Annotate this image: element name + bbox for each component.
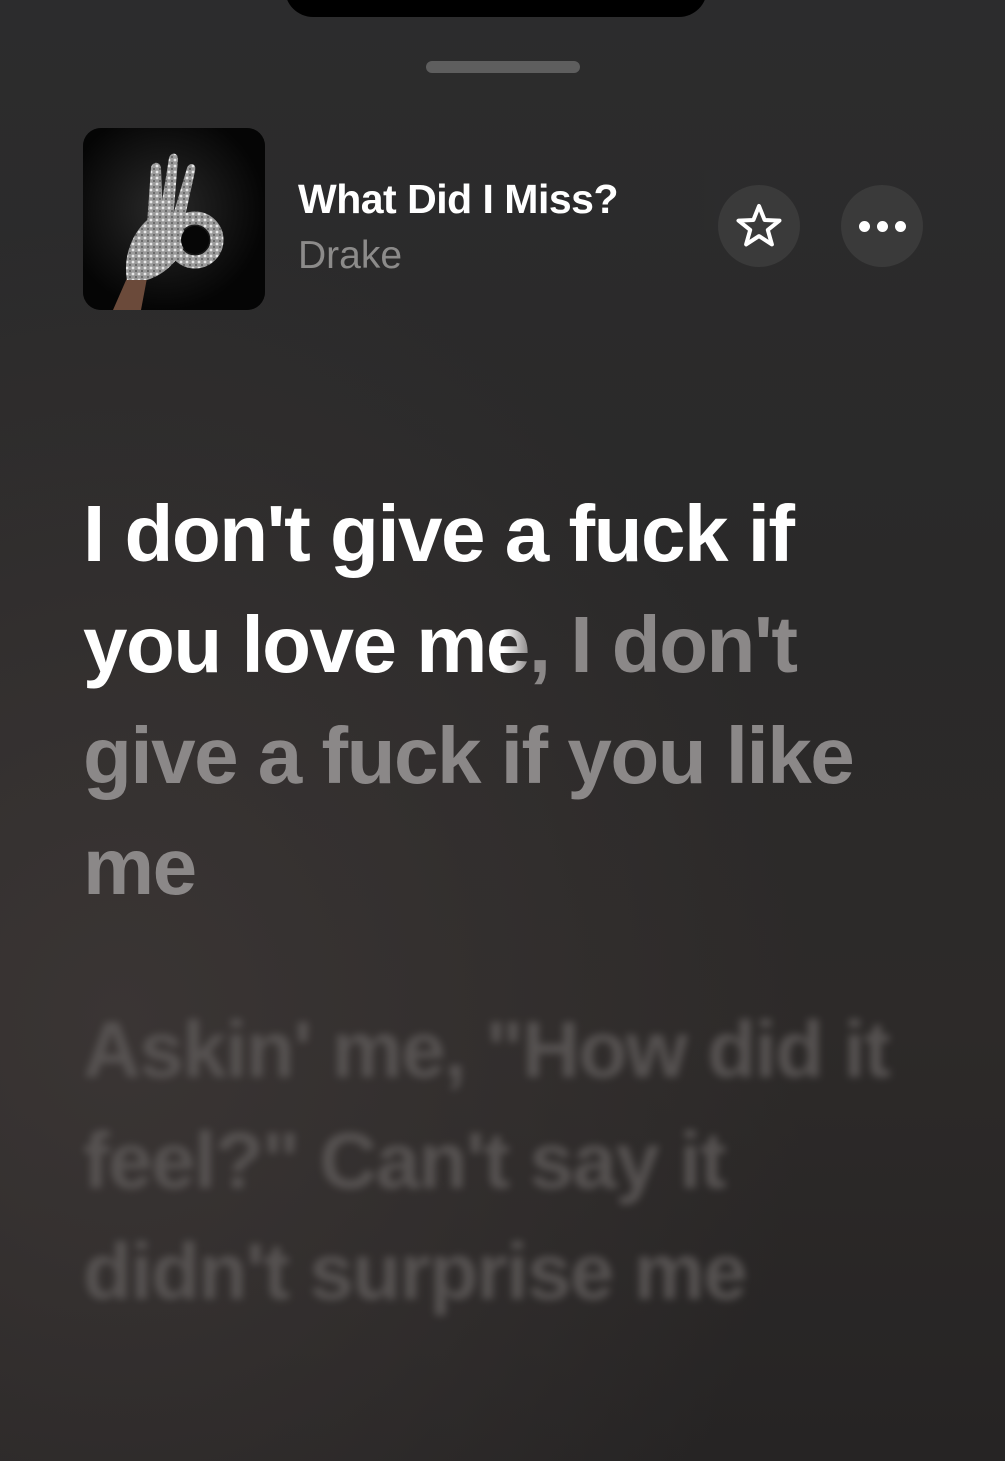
next-lyric-line[interactable]: Askin' me, "How did it feel?" Can't say …	[83, 994, 943, 1327]
favorite-button[interactable]	[718, 185, 800, 267]
more-options-button[interactable]	[841, 185, 923, 267]
ellipsis-icon	[858, 220, 906, 232]
current-lyric-line[interactable]: I don't give a fuck if you love me, I do…	[83, 478, 943, 922]
lyric-current-syllable: e	[485, 600, 531, 689]
artist-name[interactable]: Drake	[298, 234, 402, 278]
dynamic-island	[285, 0, 707, 17]
song-title[interactable]: What Did I Miss?	[298, 176, 693, 223]
sheet-grabber[interactable]	[426, 61, 580, 73]
ok-hand-glove-icon	[83, 128, 265, 310]
title-marquee-fade	[690, 170, 720, 230]
album-artwork[interactable]	[83, 128, 265, 310]
star-icon	[736, 204, 782, 247]
